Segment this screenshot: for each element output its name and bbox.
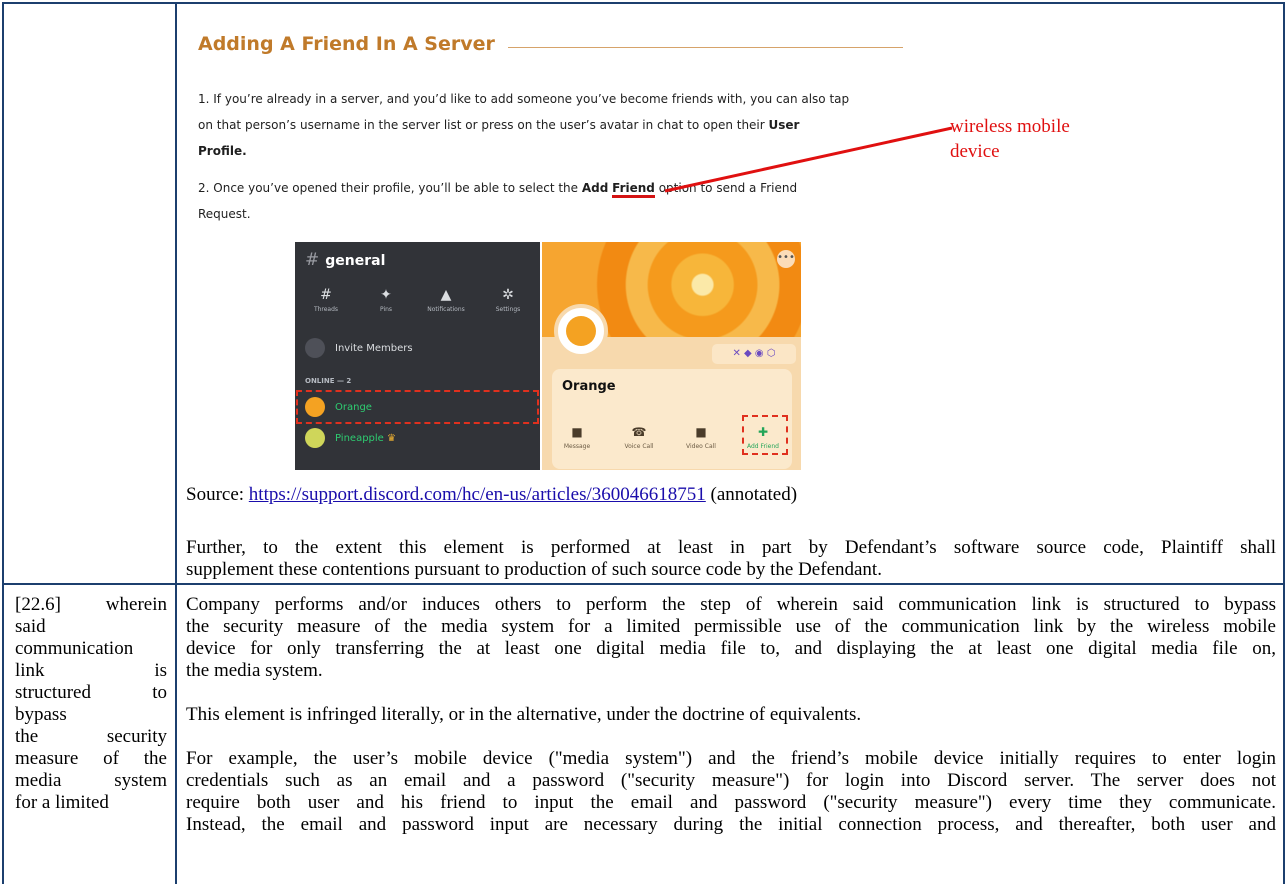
claim-line-6: bypass — [15, 704, 67, 725]
video-call-label: Video Call — [686, 443, 716, 450]
step-1-bold-user: User — [768, 118, 800, 132]
step-1-bold-profile: Profile. — [198, 144, 247, 158]
orange-fruit-icon — [566, 316, 596, 346]
channel-name: general — [325, 253, 386, 269]
message-icon: ■ — [571, 425, 583, 439]
channel-title: # general — [305, 250, 385, 270]
settings-tool: ✲ Settings — [483, 287, 533, 313]
p1-line-3: device for only transferring the at leas… — [186, 638, 1276, 659]
pins-label: Pins — [379, 306, 393, 313]
threads-label: Threads — [313, 306, 339, 313]
table-border-right — [1283, 2, 1285, 884]
claim-line-5: structured to — [15, 682, 167, 703]
claim-line-8: measure of the — [15, 748, 167, 769]
p3-line-3: require both user and his friend to inpu… — [186, 792, 1276, 813]
discord-member-list-screenshot: # general # Threads ✦ Pins ▲ Notifications ✲… — [295, 242, 540, 470]
step-2-line-1: 2. Once you’ve opened their profile, you… — [198, 175, 918, 201]
claim-line-3: communication — [15, 638, 134, 659]
step-1-line-2-text: on that person’s username in the server … — [198, 118, 765, 132]
message-action: ■ Message — [552, 425, 602, 450]
member-pineapple: Pineapple ♛ — [305, 428, 396, 448]
voice-call-label: Voice Call — [624, 443, 654, 450]
claim-line-1: [22.6] wherein — [15, 594, 167, 615]
discord-profile-screenshot: ••• ✕ ◆ ◉ ⬡ Orange ■ Message ☎ Voice Call … — [542, 242, 801, 470]
annotation-line-1: wireless mobile — [950, 116, 1070, 137]
profile-badges: ✕ ◆ ◉ ⬡ — [712, 344, 796, 364]
claim-line-9: media system — [15, 770, 167, 791]
settings-label: Settings — [495, 306, 521, 313]
pineapple-avatar — [305, 428, 325, 448]
source-prefix: Source: — [186, 484, 245, 505]
online-label: ONLINE — 2 — [305, 377, 352, 385]
notifications-tool: ▲ Notifications — [421, 287, 471, 313]
notifications-label: Notifications — [427, 306, 465, 313]
p2-line-1: This element is infringed literally, or … — [186, 704, 862, 725]
gear-icon: ✲ — [502, 287, 514, 303]
profile-name: Orange — [562, 379, 616, 394]
bell-icon: ▲ — [440, 287, 452, 303]
claim-line-2: said — [15, 616, 46, 637]
member-pineapple-name: Pineapple — [335, 433, 384, 444]
p1-line-1: Company performs and/or induces others t… — [186, 594, 1276, 615]
annotation-line-2: device — [950, 141, 1000, 162]
step-2-line-2: Request. — [198, 207, 251, 221]
annotation-label: wireless mobile device — [950, 114, 1070, 164]
claim-paragraph-2: This element is infringed literally, or … — [186, 704, 1276, 726]
claim-element-cell: [22.6] wherein said communication link i… — [15, 594, 167, 814]
heading-rule — [508, 47, 903, 48]
add-friend-highlight-box — [742, 415, 788, 455]
video-call-action: ■ Video Call — [676, 425, 726, 450]
source-line: Source: https://support.discord.com/hc/e… — [186, 484, 797, 506]
phone-icon: ☎ — [631, 425, 647, 439]
hash-icon: # — [305, 250, 320, 270]
pins-tool: ✦ Pins — [361, 287, 411, 313]
claim-paragraph-1: Company performs and/or induces others t… — [186, 594, 1276, 682]
article-step-1: 1. If you’re already in a server, and yo… — [198, 86, 918, 164]
p1-line-2: the security measure of the media system… — [186, 616, 1276, 637]
claim-line-7: the security — [15, 726, 167, 747]
document-page: Adding A Friend In A Server 1. If you’re… — [0, 0, 1287, 884]
further-line-2: supplement these contentions pursuant to… — [186, 559, 882, 580]
article-step-2: 2. Once you’ve opened their profile, you… — [198, 175, 918, 227]
step-2-bold-add: Add — [581, 181, 609, 195]
table-border-top — [2, 2, 1285, 4]
voice-call-action: ☎ Voice Call — [614, 425, 664, 450]
source-link[interactable]: https://support.discord.com/hc/en-us/art… — [249, 484, 706, 505]
table-border-left — [2, 2, 4, 884]
claim-paragraph-3: For example, the user’s mobile device ("… — [186, 748, 1276, 836]
step-2-pre: 2. Once you’ve opened their profile, you… — [198, 181, 579, 195]
step-2-post: option to send a Friend — [658, 181, 798, 195]
step-1-line-1: 1. If you’re already in a server, and yo… — [198, 92, 850, 106]
further-paragraph: Further, to the extent this element is p… — [186, 537, 1276, 581]
claim-line-10: for a limited — [15, 792, 109, 813]
threads-tool: # Threads — [301, 287, 351, 313]
table-column-divider — [175, 2, 177, 884]
crown-icon: ♛ — [387, 433, 396, 444]
invite-icon — [305, 338, 325, 358]
article-heading: Adding A Friend In A Server — [198, 33, 495, 55]
threads-icon: # — [320, 287, 332, 303]
step-2-bold-friend: Friend — [612, 181, 655, 198]
table-row-divider — [2, 583, 1285, 585]
source-suffix: (annotated) — [710, 484, 798, 505]
profile-card: Orange ■ Message ☎ Voice Call ■ Video Call … — [552, 369, 792, 469]
camera-icon: ■ — [695, 425, 707, 439]
p3-line-4: Instead, the email and password input ar… — [186, 814, 1276, 835]
orange-highlight-box — [296, 390, 539, 424]
step-1-line-2: on that person’s username in the server … — [198, 112, 918, 138]
claim-line-4: link is — [15, 660, 167, 681]
message-label: Message — [563, 443, 591, 450]
p3-line-1: For example, the user’s mobile device ("… — [186, 748, 1276, 769]
p1-line-4: the media system. — [186, 660, 323, 681]
pin-icon: ✦ — [380, 287, 392, 303]
p3-line-2: credentials such as an email and a passw… — [186, 770, 1276, 791]
profile-avatar — [554, 304, 608, 358]
more-icon: ••• — [777, 250, 795, 268]
further-line-1: Further, to the extent this element is p… — [186, 537, 1276, 558]
invite-members-row: Invite Members — [305, 338, 413, 358]
invite-label: Invite Members — [335, 343, 413, 354]
step-1-line-3: Profile. — [198, 138, 918, 164]
